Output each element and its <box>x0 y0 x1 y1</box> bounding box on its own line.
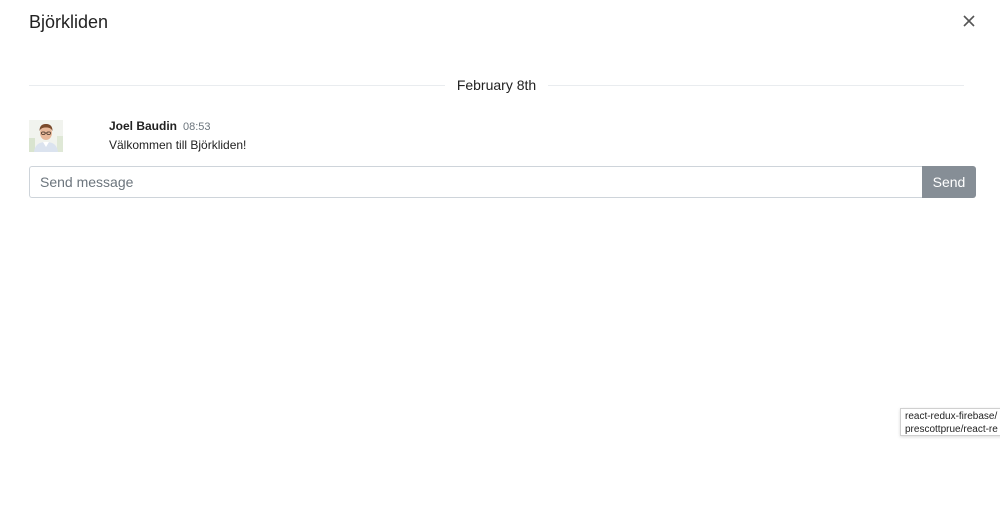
chat-modal: Björkliden February 8th Joel Baudin 08:5… <box>0 0 1000 517</box>
divider-line-left <box>29 84 445 86</box>
date-label: February 8th <box>456 77 537 93</box>
page-title: Björkliden <box>29 12 109 32</box>
send-button[interactable]: Send <box>922 166 976 198</box>
tooltip-line-2: prescottprue/react-re <box>905 424 998 435</box>
message-meta: Joel Baudin 08:53 <box>109 118 246 135</box>
message-composer: Send <box>29 166 976 198</box>
message-time: 08:53 <box>183 121 211 133</box>
divider-line-right <box>548 84 964 86</box>
avatar <box>29 120 63 152</box>
tooltip-line-1: react-redux-firebase/ <box>905 411 998 422</box>
link-tooltip: react-redux-firebase/ prescottprue/react… <box>900 408 1000 436</box>
close-icon[interactable] <box>962 14 976 28</box>
chat-message: Joel Baudin 08:53 Välkommen till Björklid… <box>29 118 964 154</box>
date-divider: February 8th <box>29 75 964 95</box>
message-body: Joel Baudin 08:53 Välkommen till Björklid… <box>109 118 246 153</box>
message-text: Välkommen till Björkliden! <box>109 138 247 152</box>
message-author: Joel Baudin <box>109 119 178 133</box>
message-input[interactable] <box>29 166 922 198</box>
